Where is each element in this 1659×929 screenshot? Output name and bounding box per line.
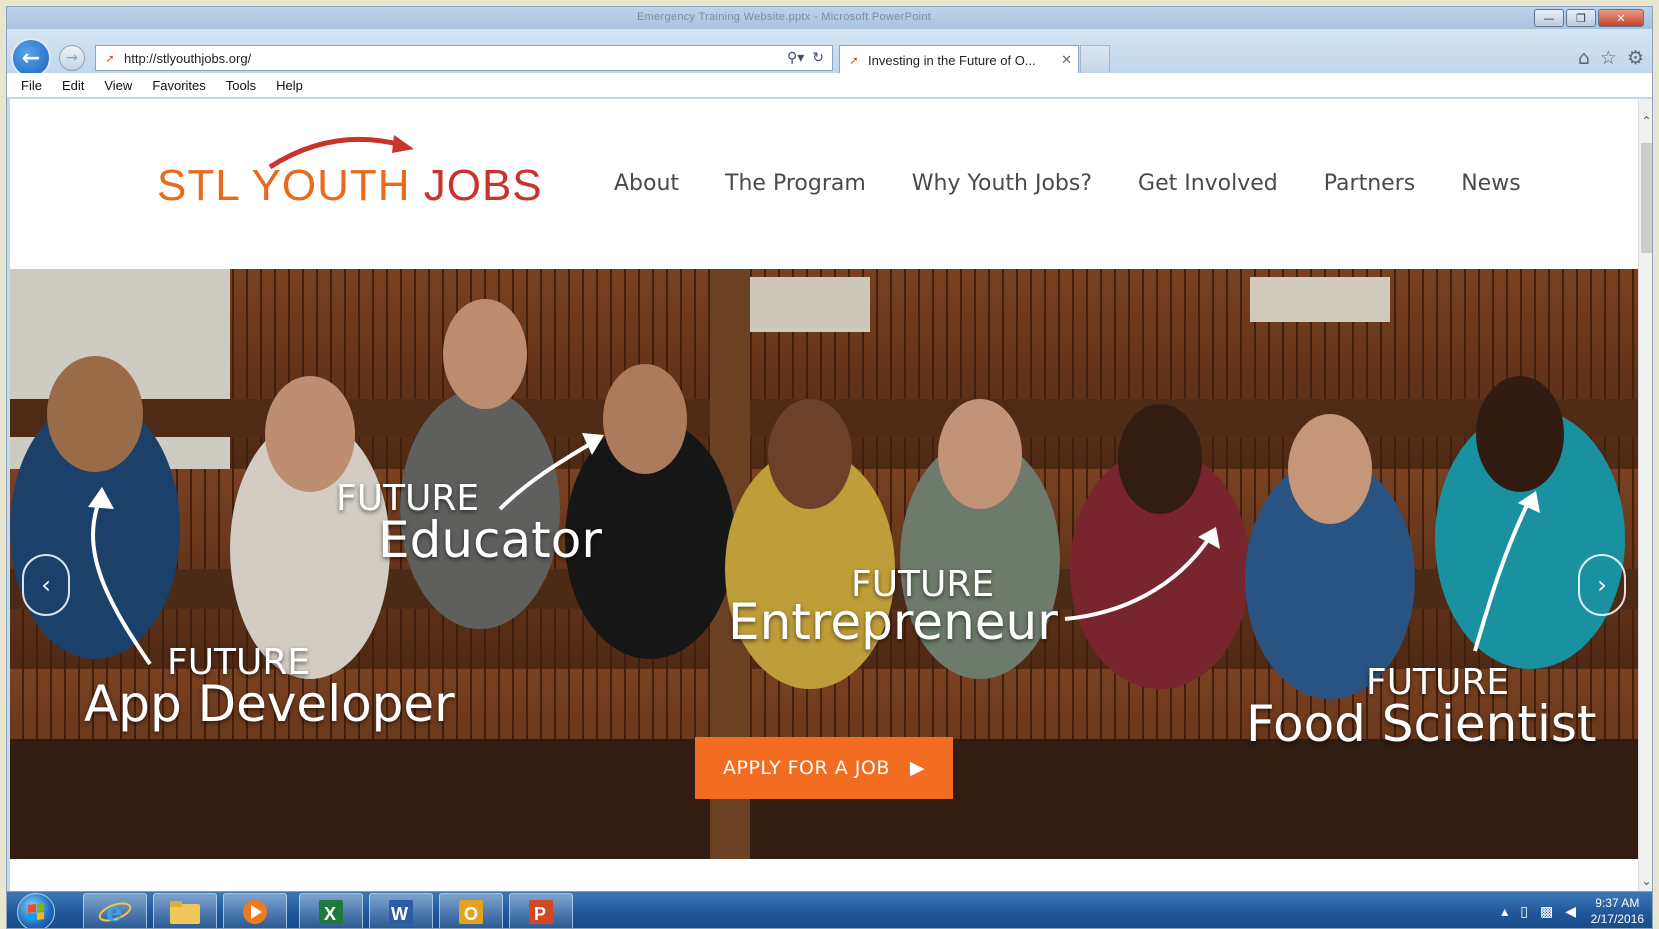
back-arrow-icon: ← (21, 45, 41, 71)
scroll-thumb[interactable] (1641, 143, 1652, 253)
slider-next-button[interactable]: › (1578, 554, 1626, 616)
taskbar-media-player[interactable] (223, 893, 287, 928)
menu-view[interactable]: View (104, 78, 132, 93)
nav-news[interactable]: News (1461, 171, 1520, 196)
chevron-right-icon: › (1597, 571, 1607, 599)
power-icon[interactable]: ▯ (1520, 904, 1528, 920)
home-icon[interactable]: ⌂ (1578, 47, 1590, 69)
taskbar-internet-explorer[interactable]: e (83, 893, 147, 928)
nav-the-program[interactable]: The Program (725, 171, 866, 196)
word-icon: W (389, 899, 413, 924)
browser-tab[interactable]: ➚ Investing in the Future of O... ✕ (839, 45, 1079, 74)
minimize-button[interactable]: — (1534, 9, 1564, 27)
menu-favorites[interactable]: Favorites (152, 78, 205, 93)
slider-prev-button[interactable]: ‹ (22, 554, 70, 616)
browser-window: Emergency Training Website.pptx - Micros… (6, 6, 1653, 929)
vertical-scrollbar[interactable]: ⌃ ⌄ (1638, 99, 1652, 891)
window-title: Emergency Training Website.pptx - Micros… (637, 11, 932, 23)
caption-big-app-developer: App Developer (84, 675, 455, 733)
restore-button[interactable]: ❐ (1566, 9, 1596, 27)
logo-stl: STL (157, 161, 240, 210)
windows-taskbar: e X W O P ▴ ▯ ▩ ◀ 9:37 AM 2/17/2016 (7, 891, 1652, 928)
taskbar-file-explorer[interactable] (153, 893, 217, 928)
search-icon[interactable]: ⚲▾ (787, 50, 804, 66)
logo-youth: YOUTH (251, 161, 411, 210)
close-window-button[interactable]: ✕ (1598, 9, 1644, 27)
browser-toolbar-icons: ⌂ ☆ ⚙ (1578, 47, 1644, 69)
powerpoint-icon: P (529, 899, 553, 924)
tab-title: Investing in the Future of O... (868, 52, 1036, 68)
taskbar-excel[interactable]: X (299, 893, 363, 928)
apply-button-label: APPLY FOR A JOB (722, 757, 890, 779)
clock-time: 9:37 AM (1595, 896, 1640, 910)
hero-slider: FUTURE Educator FUTURE Entrepreneur FUTU… (10, 269, 1638, 859)
caption-big-food-scientist: Food Scientist (1246, 695, 1597, 753)
menu-edit[interactable]: Edit (62, 78, 84, 93)
favorites-star-icon[interactable]: ☆ (1600, 47, 1617, 69)
folder-icon (170, 900, 200, 924)
menu-tools[interactable]: Tools (226, 78, 256, 93)
outlook-icon: O (459, 899, 483, 924)
caption-big-educator: Educator (378, 511, 602, 569)
new-tab-button[interactable] (1080, 45, 1110, 74)
nav-why-youth-jobs[interactable]: Why Youth Jobs? (912, 171, 1092, 196)
taskbar-word[interactable]: W (369, 893, 433, 928)
taskbar-powerpoint[interactable]: P (509, 893, 573, 928)
title-bar: Emergency Training Website.pptx - Micros… (7, 7, 1652, 29)
address-bar[interactable]: ➚ http://stlyouthjobs.org/ ⚲▾ ↻ (95, 45, 833, 71)
web-page: STL YOUTH JOBS About The Program Why You… (10, 99, 1638, 891)
menu-file[interactable]: File (21, 78, 42, 93)
refresh-icon[interactable]: ↻ (812, 50, 824, 66)
window-controls: — ❐ ✕ (1534, 9, 1644, 27)
nav-about[interactable]: About (614, 171, 679, 196)
svg-text:P: P (534, 904, 546, 924)
back-button[interactable]: ← (11, 38, 51, 78)
volume-icon[interactable]: ◀ (1565, 904, 1576, 920)
address-url[interactable]: http://stlyouthjobs.org/ (124, 51, 787, 66)
svg-text:O: O (464, 904, 478, 924)
site-navigation: About The Program Why Youth Jobs? Get In… (614, 171, 1521, 196)
caption-big-entrepreneur: Entrepreneur (728, 593, 1058, 651)
nav-partners[interactable]: Partners (1324, 171, 1415, 196)
scroll-up-icon[interactable]: ⌃ (1639, 113, 1652, 129)
internet-explorer-icon: e (98, 898, 132, 927)
site-favicon-icon: ➚ (105, 51, 115, 65)
forward-button[interactable]: → (59, 45, 85, 71)
svg-text:W: W (391, 904, 408, 924)
svg-text:e: e (106, 898, 123, 927)
navigation-row: ← → ➚ http://stlyouthjobs.org/ ⚲▾ ↻ ➚ In… (7, 29, 1652, 78)
show-hidden-icons-icon[interactable]: ▴ (1501, 904, 1508, 920)
gear-icon[interactable]: ⚙ (1627, 47, 1644, 69)
taskbar-clock[interactable]: 9:37 AM 2/17/2016 (1591, 895, 1644, 927)
network-signal-icon[interactable]: ▩ (1540, 904, 1553, 920)
system-tray: ▴ ▯ ▩ ◀ (1501, 904, 1576, 920)
apply-for-job-button[interactable]: APPLY FOR A JOB ▶ (695, 737, 953, 799)
chevron-left-icon: ‹ (41, 571, 51, 599)
media-player-icon (243, 899, 267, 924)
svg-text:X: X (324, 904, 336, 924)
forward-arrow-icon: → (66, 50, 78, 66)
scroll-down-icon[interactable]: ⌄ (1639, 873, 1652, 889)
menu-bar: File Edit View Favorites Tools Help (7, 73, 1652, 98)
windows-logo-icon (28, 903, 44, 921)
logo-jobs: JOBS (423, 161, 543, 210)
nav-get-involved[interactable]: Get Involved (1138, 171, 1278, 196)
tab-close-icon[interactable]: ✕ (1061, 53, 1072, 68)
play-triangle-icon: ▶ (909, 757, 925, 779)
tab-favicon-icon: ➚ (849, 53, 859, 67)
start-button[interactable] (17, 893, 55, 928)
clock-date: 2/17/2016 (1590, 912, 1644, 926)
site-logo[interactable]: STL YOUTH JOBS (157, 161, 543, 211)
excel-icon: X (319, 899, 343, 924)
menu-help[interactable]: Help (276, 78, 303, 93)
taskbar-outlook[interactable]: O (439, 893, 503, 928)
